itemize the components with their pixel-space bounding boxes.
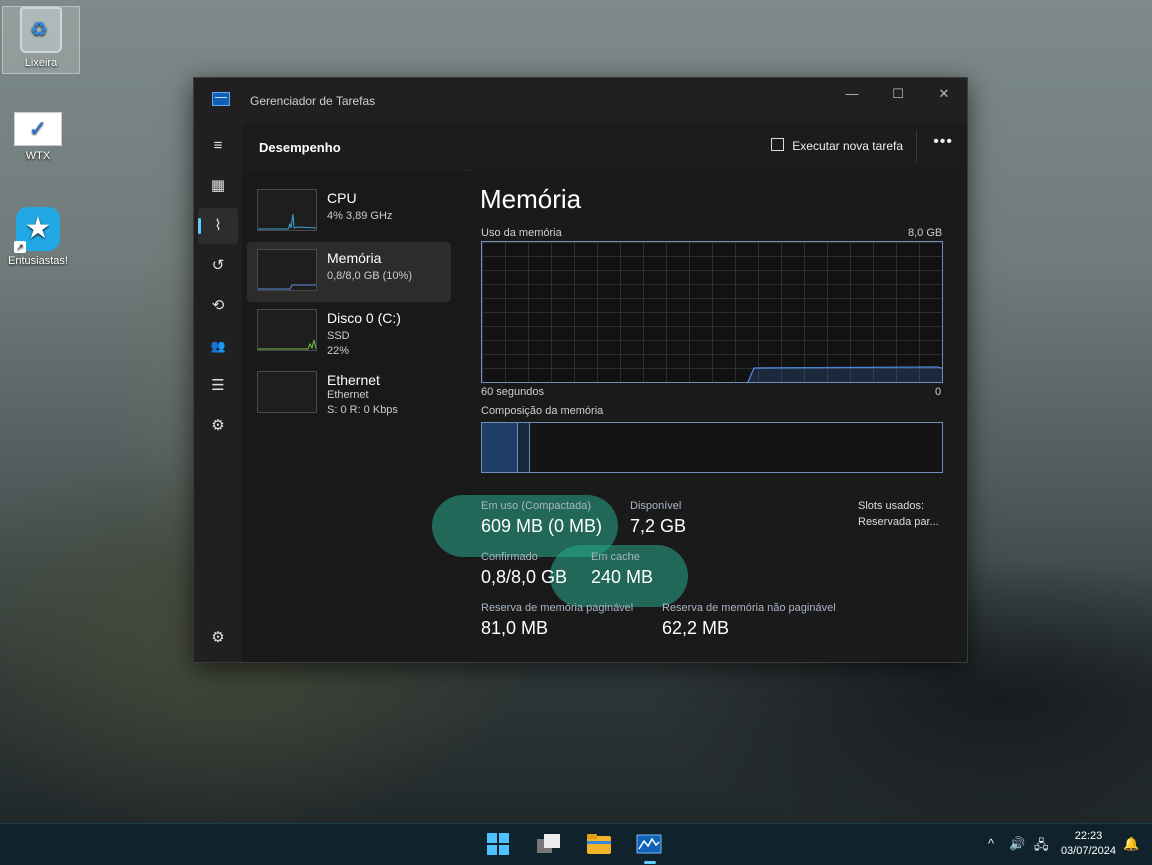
memory-thumbnail-graph xyxy=(257,249,317,291)
device-list: CPU 4% 3,89 GHz Memória 0,8/8,0 GB (10%)… xyxy=(242,170,462,662)
file-explorer-icon[interactable] xyxy=(586,832,612,856)
device-detail: SSD xyxy=(327,330,350,342)
device-item-memory[interactable]: Memória 0,8/8,0 GB (10%) xyxy=(247,242,451,302)
device-name: Ethernet xyxy=(327,372,380,388)
task-manager-window: Gerenciador de Tarefas — ☐ ✕ ≡ ▦ ⌇ ↺ ⟲ 👥… xyxy=(193,77,968,663)
settings-icon[interactable]: ⚙ xyxy=(198,620,238,656)
divider xyxy=(916,130,917,162)
history-icon[interactable]: ↺ xyxy=(198,248,238,284)
device-name: Disco 0 (C:) xyxy=(327,310,401,326)
device-name: CPU xyxy=(327,190,357,206)
disk-thumbnail-graph xyxy=(257,309,317,351)
graph-time-right: 0 xyxy=(935,386,942,398)
stat-value: 62,2 MB xyxy=(662,618,730,638)
stat-value: 240 MB xyxy=(591,567,654,587)
stat-committed: Confirmado 0,8/8,0 GB xyxy=(481,551,567,588)
stat-label: Reserva de memória não paginável xyxy=(662,602,836,614)
task-manager-icon[interactable] xyxy=(636,832,662,864)
stat-label: Em cache xyxy=(591,551,640,563)
content-pane: Desempenho Executar nova tarefa ••• CPU … xyxy=(242,122,967,662)
notification-bell-icon[interactable]: 🔔 xyxy=(1123,836,1139,852)
close-button[interactable]: ✕ xyxy=(921,82,967,106)
device-name: Memória xyxy=(327,250,382,266)
clock-time: 22:23 xyxy=(1074,830,1103,842)
task-view-icon[interactable] xyxy=(536,832,562,856)
checkmark-icon: ✓ xyxy=(14,112,62,146)
desktop-icon-label: Entusiastas! xyxy=(8,255,68,267)
desktop-icon-label: WTX xyxy=(25,150,51,162)
stat-value: 7,2 GB xyxy=(630,516,687,536)
memory-detail-panel: Memória Uso da memória 8,0 GB 60 segundo… xyxy=(432,170,967,662)
task-manager-app-icon xyxy=(212,92,230,106)
stat-label: Disponível xyxy=(630,500,682,512)
stat-label: Em uso (Compactada) xyxy=(481,500,592,512)
volume-icon[interactable]: 🔊 xyxy=(1009,836,1025,852)
startup-icon[interactable]: ⟲ xyxy=(198,288,238,324)
more-options-button[interactable]: ••• xyxy=(933,133,953,151)
device-detail: S: 0 R: 0 Kbps xyxy=(327,404,398,416)
navigation-rail: ≡ ▦ ⌇ ↺ ⟲ 👥 ☰ ⚙ ⚙ xyxy=(194,122,242,662)
run-new-task-label: Executar nova tarefa xyxy=(792,139,903,153)
stat-cached: Em cache 240 MB xyxy=(591,551,653,588)
device-detail: 4% 3,89 GHz xyxy=(327,210,393,222)
stat-value: 609 MB (0 MB) xyxy=(481,516,603,536)
details-icon[interactable]: ☰ xyxy=(198,368,238,404)
stat-value: 81,0 MB xyxy=(481,618,549,638)
clock[interactable]: 22:23 03/07/2024 xyxy=(1061,829,1116,859)
window-title: Gerenciador de Tarefas xyxy=(250,94,376,108)
maximize-button[interactable]: ☐ xyxy=(875,82,921,106)
performance-icon[interactable]: ⌇ xyxy=(198,208,238,244)
ethernet-thumbnail-graph xyxy=(257,371,317,413)
stat-value: 0,8/8,0 GB xyxy=(481,567,568,587)
title-bar[interactable]: Gerenciador de Tarefas — ☐ ✕ xyxy=(194,78,967,122)
run-new-task-button[interactable]: Executar nova tarefa xyxy=(771,138,903,153)
memory-usage-max: 8,0 GB xyxy=(908,227,943,239)
stat-slots: Slots usados: Reservada par... xyxy=(858,500,939,528)
device-detail: Ethernet xyxy=(327,389,369,401)
stat-label: Reservada par... xyxy=(858,516,939,528)
stat-label: Reserva de memória paginável xyxy=(481,602,634,614)
stat-label: Slots usados: xyxy=(858,500,925,512)
desktop-icon-entusiastas[interactable]: ★ ↗ Entusiastas! xyxy=(0,207,76,267)
show-hidden-icons-chevron[interactable]: ^ xyxy=(988,836,994,851)
desktop-icon-label: Lixeira xyxy=(24,57,58,69)
recycle-bin-icon xyxy=(20,7,62,53)
hamburger-icon[interactable]: ≡ xyxy=(198,128,238,164)
graph-time-left: 60 segundos xyxy=(481,386,544,398)
stat-available: Disponível 7,2 GB xyxy=(630,500,686,537)
device-item-cpu[interactable]: CPU 4% 3,89 GHz xyxy=(247,182,451,242)
memory-usage-graph xyxy=(481,241,943,383)
desktop-icon-recycle-bin[interactable]: Lixeira xyxy=(2,6,80,74)
memory-title: Memória xyxy=(480,184,582,214)
shortcut-arrow-icon: ↗ xyxy=(14,241,26,253)
command-bar: Desempenho Executar nova tarefa ••• xyxy=(242,122,967,171)
desktop-icon-wtx[interactable]: ✓ WTX xyxy=(0,112,76,162)
start-icon[interactable] xyxy=(486,832,512,856)
stat-nonpaged-pool: Reserva de memória não paginável 62,2 MB xyxy=(662,602,836,639)
page-title: Desempenho xyxy=(259,140,341,155)
services-icon[interactable]: ⚙ xyxy=(198,408,238,444)
processes-icon[interactable]: ▦ xyxy=(198,168,238,204)
stat-label: Confirmado xyxy=(481,551,538,563)
clock-date: 03/07/2024 xyxy=(1060,845,1116,857)
composition-cached xyxy=(518,423,530,472)
stat-paged-pool: Reserva de memória paginável 81,0 MB xyxy=(481,602,633,639)
stat-in-use: Em uso (Compactada) 609 MB (0 MB) xyxy=(481,500,602,537)
users-icon[interactable]: 👥 xyxy=(198,328,238,364)
cpu-thumbnail-graph xyxy=(257,189,317,231)
memory-composition-label: Composição da memória xyxy=(481,405,604,417)
device-item-ethernet[interactable]: Ethernet Ethernet S: 0 R: 0 Kbps xyxy=(247,368,451,428)
new-task-icon xyxy=(771,138,785,151)
network-icon[interactable]: 🖧 xyxy=(1034,836,1049,858)
device-detail: 22% xyxy=(327,345,350,357)
star-icon: ★ ↗ xyxy=(14,207,60,253)
device-item-disk[interactable]: Disco 0 (C:) SSD 22% xyxy=(247,302,451,362)
device-detail: 0,8/8,0 GB (10%) xyxy=(327,270,412,282)
taskbar: ^ 🔊 🖧 22:23 03/07/2024 🔔 xyxy=(0,823,1152,865)
memory-composition-bar xyxy=(481,422,943,473)
composition-in-use xyxy=(482,423,518,472)
minimize-button[interactable]: — xyxy=(829,82,875,106)
memory-usage-label: Uso da memória xyxy=(481,227,562,239)
